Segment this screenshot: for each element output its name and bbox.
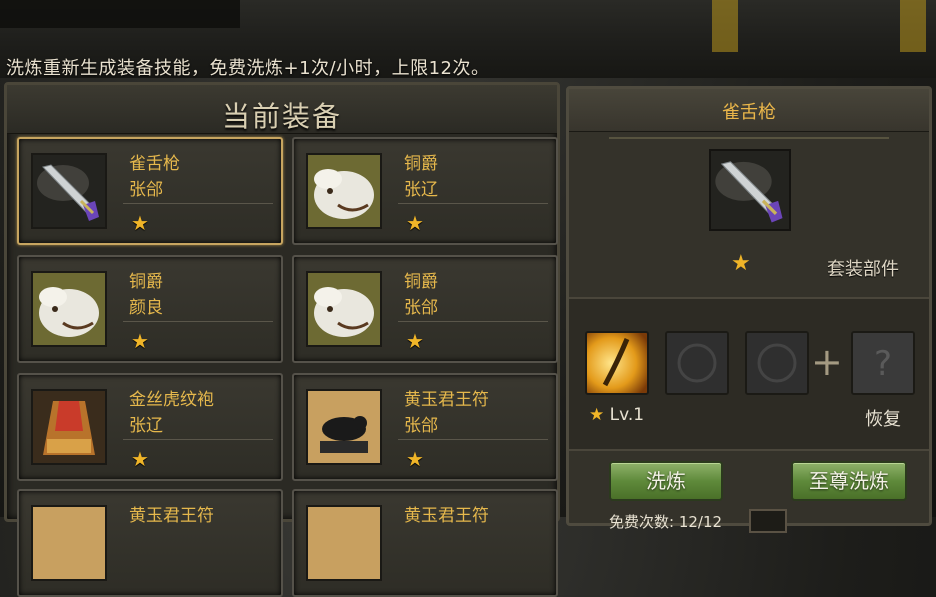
selected-item-title: 雀舌枪: [722, 102, 776, 123]
tiger-talisman-icon: [306, 505, 382, 581]
equipment-card[interactable]: 黄玉君王符: [17, 489, 283, 597]
question-slot-icon[interactable]: ?: [851, 331, 915, 395]
star-icon: ★: [589, 405, 605, 425]
refine-detail-panel: 雀舌枪 ★ 套装部件 + ? ★ Lv.1 恢复 洗炼 至尊洗炼 免费次数: 1…: [566, 86, 932, 533]
spear-icon: [31, 153, 107, 229]
equipment-card[interactable]: 雀舌枪 张郃 ★: [17, 137, 283, 245]
equipment-card[interactable]: 铜爵 张郃 ★: [292, 255, 558, 363]
detail-title-bar: 雀舌枪: [569, 89, 929, 132]
equipment-owner: 张郃: [404, 298, 438, 318]
skill-slots-area: + ? ★ Lv.1 恢复: [569, 297, 929, 451]
equipment-card[interactable]: 铜爵 张辽 ★: [292, 137, 558, 245]
equipment-owner: 颜良: [129, 298, 163, 318]
current-equipment-panel: 当前装备 雀舌枪 张郃 ★ 铜爵 张辽 ★ 铜爵 颜良 ★ 铜爵 张郃 ★ 金丝…: [4, 82, 560, 597]
equipment-name: 黄玉君王符: [404, 390, 489, 410]
card-divider: [398, 203, 548, 204]
svg-text:?: ?: [874, 344, 892, 384]
restore-label[interactable]: 恢复: [865, 405, 901, 431]
equipment-name: 黄玉君王符: [404, 506, 489, 526]
equipment-owner: 张辽: [404, 180, 438, 200]
tiger-talisman-icon: [306, 389, 382, 465]
equipment-card[interactable]: 铜爵 颜良 ★: [17, 255, 283, 363]
star-icon: ★: [131, 447, 149, 471]
set-piece-label: 套装部件: [827, 259, 899, 280]
title-divider: [609, 137, 889, 139]
panel-header: 当前装备: [7, 85, 557, 134]
equipment-name: 铜爵: [404, 154, 438, 174]
star-icon: ★: [406, 447, 424, 471]
equipment-name: 雀舌枪: [129, 154, 180, 174]
refine-info-text: 洗炼重新生成装备技能，免费洗炼+1次/小时，上限12次。: [6, 58, 490, 79]
white-horse-icon: [31, 271, 107, 347]
panel-title: 当前装备: [221, 100, 342, 133]
skill-level: ★ Lv.1: [589, 405, 644, 425]
top-dark-ornament: [0, 0, 240, 28]
star-icon: ★: [131, 211, 149, 235]
equipment-card[interactable]: 金丝虎纹袍 张辽 ★: [17, 373, 283, 481]
white-horse-icon: [306, 271, 382, 347]
star-icon: ★: [406, 211, 424, 235]
free-count-text: 免费次数: 12/12: [609, 513, 723, 531]
white-horse-icon: [306, 153, 382, 229]
star-icon: ★: [406, 329, 424, 353]
equipment-name: 铜爵: [129, 272, 163, 292]
equipment-name: 铜爵: [404, 272, 438, 292]
card-divider: [398, 321, 548, 322]
slash-skill-icon[interactable]: [585, 331, 649, 395]
plus-icon: +: [811, 340, 843, 384]
equipment-card[interactable]: 黄玉君王符: [292, 489, 558, 597]
equipment-card[interactable]: 黄玉君王符 张郃 ★: [292, 373, 558, 481]
tiger-talisman-icon: [31, 505, 107, 581]
equipment-owner: 张郃: [404, 416, 438, 436]
skill-level-text: Lv.1: [609, 405, 645, 425]
card-divider: [123, 321, 273, 322]
card-divider: [398, 439, 548, 440]
spear-icon: [709, 149, 791, 231]
equipment-name: 金丝虎纹袍: [129, 390, 214, 410]
card-divider: [123, 439, 273, 440]
equipment-owner: 张辽: [129, 416, 163, 436]
star-icon: ★: [131, 329, 149, 353]
checkbox[interactable]: [749, 509, 787, 533]
card-divider: [123, 203, 273, 204]
refine-button[interactable]: 洗炼: [609, 461, 723, 501]
supreme-refine-button[interactable]: 至尊洗炼: [791, 461, 907, 501]
robe-icon: [31, 389, 107, 465]
empty-skill-slot-icon[interactable]: [665, 331, 729, 395]
yellow-flag-ornament: [712, 0, 738, 52]
yellow-flag-ornament: [900, 0, 926, 52]
star-icon: ★: [731, 251, 751, 276]
empty-skill-slot-icon[interactable]: [745, 331, 809, 395]
equipment-owner: 张郃: [129, 180, 163, 200]
equipment-name: 黄玉君王符: [129, 506, 214, 526]
